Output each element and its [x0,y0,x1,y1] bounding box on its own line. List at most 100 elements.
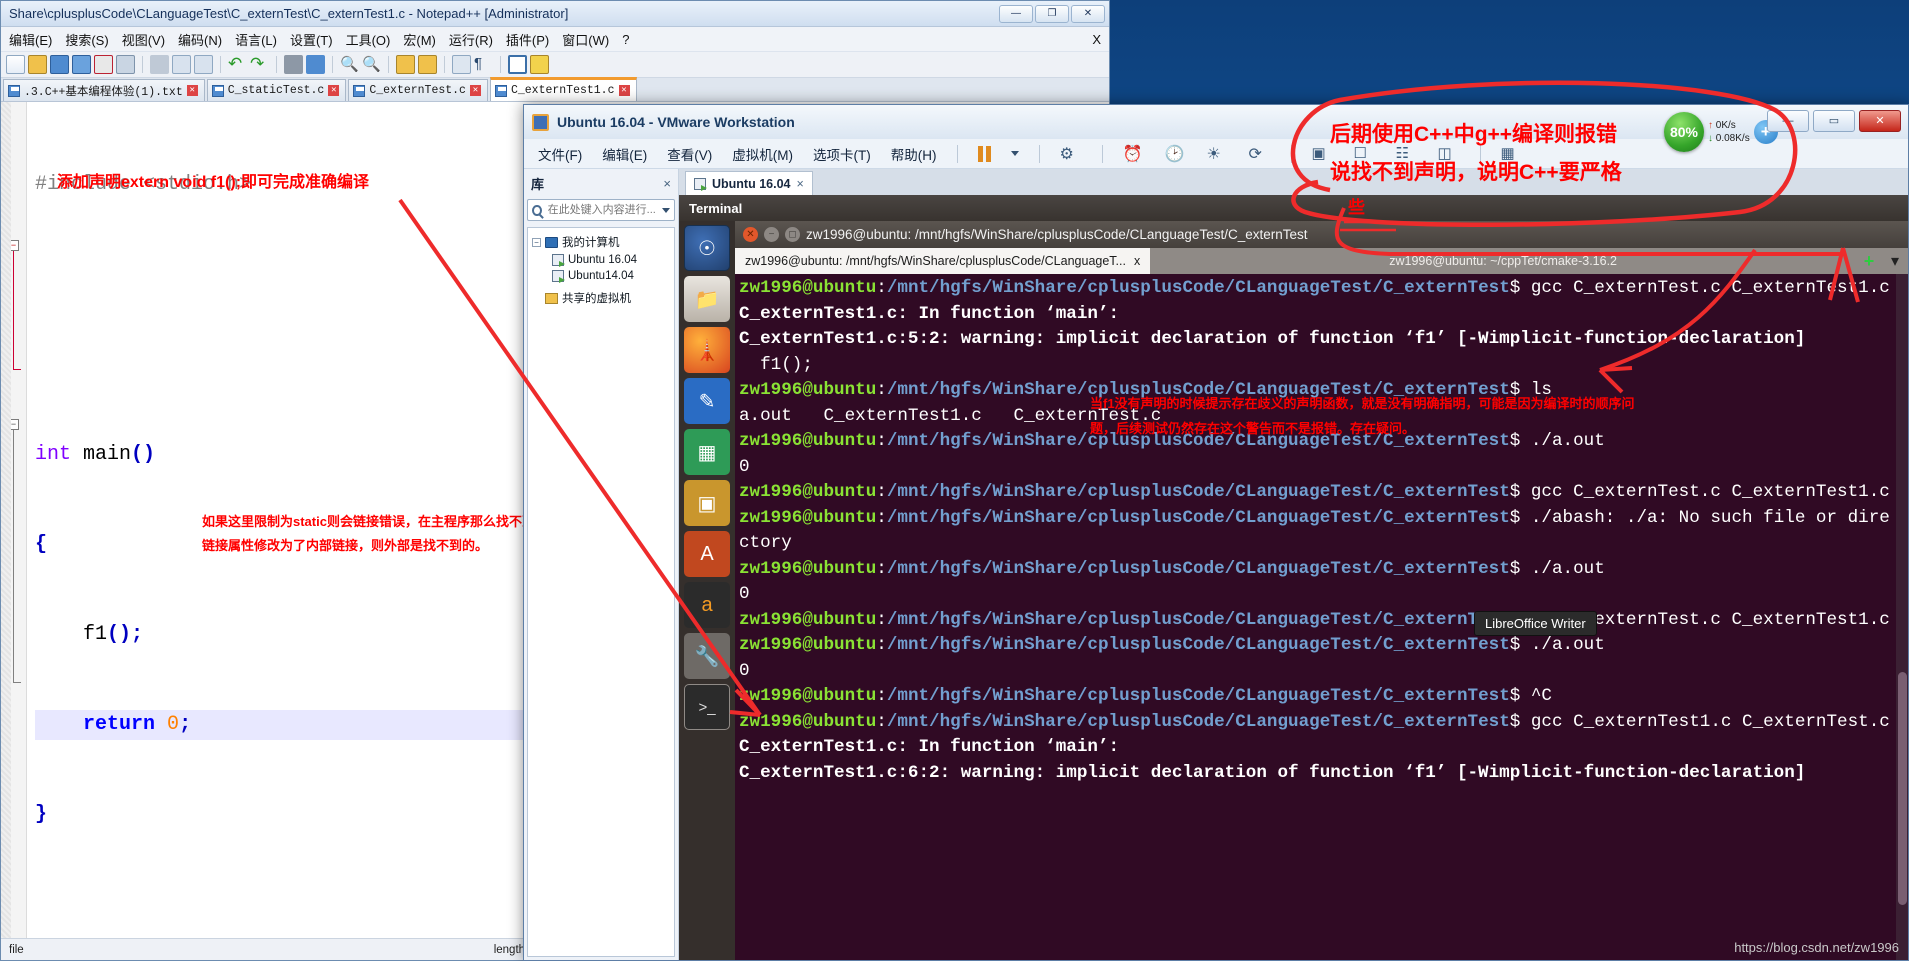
word-wrap-icon[interactable] [452,55,471,74]
libreoffice-writer-icon[interactable]: ✎ [684,378,730,424]
notepadpp-close-button[interactable]: ✕ [1071,4,1105,23]
find-icon[interactable] [284,55,303,74]
tab-close-icon[interactable]: ✕ [618,85,630,96]
bookmark-margin[interactable] [1,102,11,938]
tree-node-ubuntu-1604[interactable]: Ubuntu 16.04 [530,252,672,268]
tab-close-icon[interactable]: ✕ [469,85,481,96]
terminal-tab-1[interactable]: zw1996@ubuntu: ~/cppTet/cmake-3.16.2 [1150,248,1856,274]
vm-tab-close-icon[interactable]: × [797,177,804,191]
pause-vm-icon[interactable] [977,145,991,162]
menu-item-edit[interactable]: 编辑(E) [9,30,52,49]
editor-tab-3[interactable]: C_externTest1.c ✕ [489,77,637,101]
window-close-button[interactable]: ✕ [1859,110,1901,132]
terminal-window[interactable]: ✕ − ◻ zw1996@ubuntu: /mnt/hgfs/WinShare/… [735,221,1908,960]
tree-node-ubuntu-1404[interactable]: Ubuntu14.04 [530,268,672,284]
tree-node-my-computer[interactable]: − 我的计算机 [530,232,672,252]
notepadpp-minimize-button[interactable]: — [999,4,1033,23]
cut-icon[interactable] [150,55,169,74]
menu-item-help[interactable]: ? [622,32,629,47]
replace-icon[interactable] [306,55,325,74]
system-settings-icon[interactable]: 🔧 [684,633,730,679]
capture-screen-icon[interactable]: ☀ [1207,144,1229,164]
firefox-icon[interactable]: 🗼 [684,327,730,373]
menu-item-tools[interactable]: 工具(O) [346,30,391,49]
tree-node-shared-vms[interactable]: 共享的虚拟机 [530,288,672,308]
unity-mode-icon[interactable]: ▣ [1312,144,1334,164]
menu-item-language[interactable]: 语言(L) [235,30,277,49]
tree-expander-icon[interactable]: − [532,237,541,247]
print-icon[interactable] [116,55,135,74]
paste-icon[interactable] [194,55,213,74]
stretch-guest-icon[interactable]: ◫ [1438,144,1460,164]
vmware-menu-vm[interactable]: 虚拟机(M) [732,144,793,164]
zoom-in-icon[interactable]: 🔍 [340,55,359,74]
save-icon[interactable] [50,55,69,74]
editor-tab-2[interactable]: C_externTest.c ✕ [348,79,488,101]
terminal-output[interactable]: zw1996@ubuntu:/mnt/hgfs/WinShare/cpluspl… [735,274,1896,960]
notepadpp-maximize-button[interactable]: ❐ [1035,4,1069,23]
show-library-icon[interactable]: ▦ [1501,144,1523,164]
amazon-icon[interactable]: a [684,582,730,628]
menu-item-run[interactable]: 运行(R) [449,30,493,49]
menu-item-view[interactable]: 视图(V) [122,30,165,49]
chevron-down-icon[interactable] [1010,151,1019,156]
revert-snapshot-icon[interactable]: ⏰ [1123,144,1145,164]
terminal-scrollbar[interactable] [1896,274,1908,960]
menu-item-macro[interactable]: 宏(M) [403,30,436,49]
fullscreen-icon[interactable]: ☐ [1354,144,1376,164]
zoom-out-icon[interactable]: 🔍 [362,55,381,74]
files-icon[interactable]: 📁 [684,276,730,322]
vmware-menu-tabs[interactable]: 选项卡(T) [813,144,871,164]
vmware-menu-help[interactable]: 帮助(H) [891,144,937,164]
cpu-usage-badge[interactable]: 80% [1664,112,1704,152]
run-macro-icon[interactable] [530,55,549,74]
minimize-icon[interactable]: − [764,227,779,242]
vmware-menu-file[interactable]: 文件(F) [538,144,582,164]
close-icon[interactable]: ✕ [743,227,758,242]
libreoffice-impress-icon[interactable]: ▣ [684,480,730,526]
new-terminal-tab-button[interactable]: + [1856,248,1882,274]
indent-guide-icon[interactable] [508,55,527,74]
window-maximize-button[interactable]: ▭ [1813,110,1855,132]
terminal-icon[interactable]: >_ [684,684,730,730]
sync-scroll-h-icon[interactable] [418,55,437,74]
library-search-input[interactable] [545,203,658,217]
refresh-icon[interactable]: ⟳ [1249,144,1271,164]
terminal-tab-close-icon[interactable]: x [1134,254,1140,268]
menu-item-search[interactable]: 搜索(S) [65,30,108,49]
window-minimize-button[interactable]: — [1767,110,1809,132]
open-file-icon[interactable] [28,55,47,74]
libreoffice-calc-icon[interactable]: ▦ [684,429,730,475]
software-center-icon[interactable]: A [684,531,730,577]
close-file-icon[interactable] [94,55,113,74]
terminal-tab-0[interactable]: zw1996@ubuntu: /mnt/hgfs/WinShare/cplusp… [735,248,1151,274]
copy-icon[interactable] [172,55,191,74]
sync-scroll-v-icon[interactable] [396,55,415,74]
chevron-down-icon[interactable] [662,207,670,213]
undo-icon[interactable]: ↶ [228,55,247,74]
editor-tab-0[interactable]: .3.C++基本编程体验(1).txt ✕ [3,79,205,101]
redo-icon[interactable]: ↷ [250,55,269,74]
tab-close-icon[interactable]: ✕ [186,85,198,96]
vmware-menu-view[interactable]: 查看(V) [667,144,712,164]
menu-item-settings[interactable]: 设置(T) [290,30,333,49]
guest-screen[interactable]: Terminal ☉ 📁 🗼 ✎ ▦ ▣ A a 🔧 >_ ✕ − ◻ zw19… [679,195,1908,960]
fold-margin[interactable]: − − [1,102,27,938]
vmware-menu-edit[interactable]: 编辑(E) [602,144,647,164]
snapshot-manager-icon[interactable]: 🕑 [1165,144,1187,164]
menu-item-plugins[interactable]: 插件(P) [506,30,549,49]
save-all-icon[interactable] [72,55,91,74]
library-search-box[interactable] [527,199,675,221]
new-file-icon[interactable] [6,55,25,74]
ubuntu-dash-icon[interactable]: ☉ [684,225,730,271]
vm-tab-ubuntu-1604[interactable]: Ubuntu 16.04 × [685,171,813,195]
menubar-close-doc-button[interactable]: X [1092,32,1101,47]
fit-guest-icon[interactable]: ☷ [1396,144,1418,164]
library-tree[interactable]: − 我的计算机 Ubuntu 16.04 Ubuntu14.04 共享的虚拟机 [527,227,675,957]
snapshot-icon[interactable]: ⚙ [1060,144,1082,164]
library-close-icon[interactable]: × [663,176,671,191]
editor-tab-1[interactable]: C_staticTest.c ✕ [206,79,347,101]
menu-item-window[interactable]: 窗口(W) [562,30,609,49]
terminal-menu-button[interactable]: ▾ [1882,248,1908,274]
maximize-icon[interactable]: ◻ [785,227,800,242]
